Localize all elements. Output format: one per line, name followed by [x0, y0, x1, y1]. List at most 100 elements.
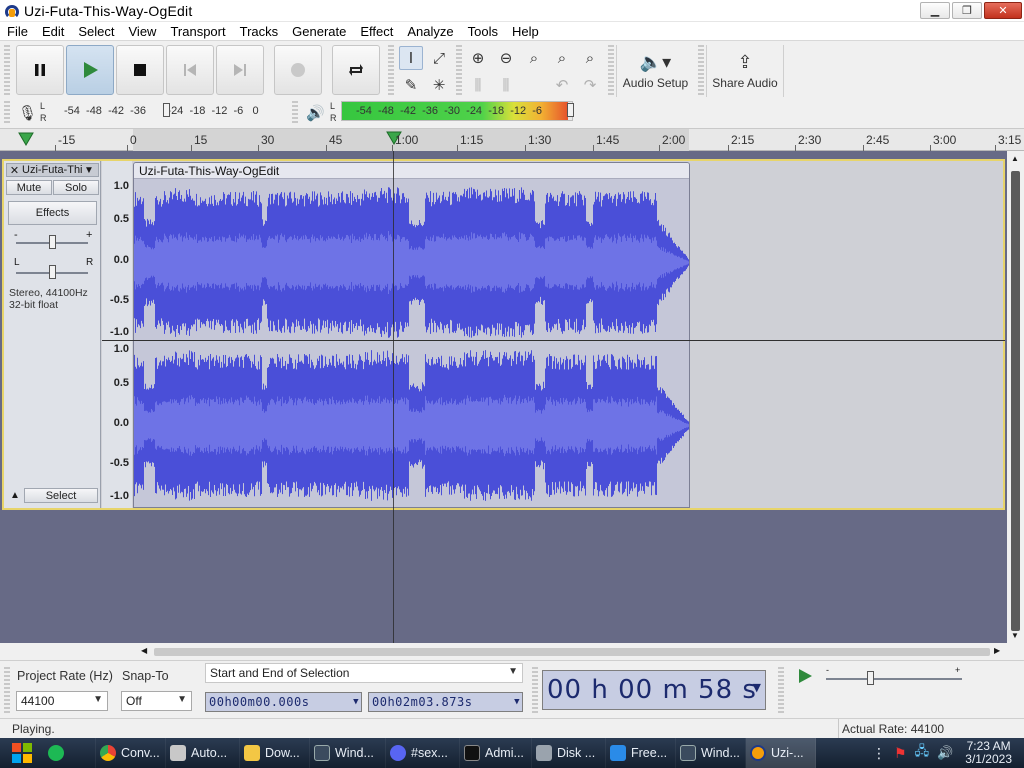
track-name-bar[interactable]: ✕ Uzi-Futa-Thi ▼ [6, 163, 99, 177]
toolbar-grip[interactable] [456, 45, 462, 95]
menu-edit[interactable]: Edit [35, 24, 71, 39]
recording-level-handle[interactable] [163, 103, 170, 117]
selection-mode-select[interactable]: Start and End of Selection ▼ [205, 663, 523, 683]
pin-play-head-icon[interactable] [18, 132, 34, 146]
pan-slider-handle[interactable] [49, 265, 56, 279]
trim-audio-button[interactable]: ⫼ [466, 73, 490, 97]
stop-button[interactable] [116, 45, 164, 95]
taskbar-spotify[interactable] [44, 738, 96, 768]
draw-tool[interactable]: ✎ [399, 73, 423, 97]
microphone-icon[interactable]: 🎙 [18, 104, 37, 122]
vertical-scroll-thumb[interactable] [1011, 171, 1020, 631]
redo-button[interactable]: ↷ [578, 73, 602, 97]
play-button[interactable] [66, 45, 114, 95]
restore-button[interactable]: ❐ [952, 2, 982, 19]
speaker-icon[interactable]: 🔊 [306, 104, 325, 122]
audio-position-display[interactable]: 00 h 00 m 58 s ▼ [542, 670, 766, 710]
menu-tracks[interactable]: Tracks [233, 24, 286, 39]
menu-file[interactable]: File [0, 24, 35, 39]
taskbar-admin-cmd[interactable]: Admi... [460, 738, 532, 768]
multi-tool[interactable]: ✳ [427, 73, 451, 97]
taskbar-chrome[interactable]: Conv... [96, 738, 166, 768]
overflow-menu-icon[interactable]: ⋮ [872, 745, 886, 762]
playback-level-handle[interactable] [567, 103, 574, 117]
toolbar-grip[interactable] [4, 667, 10, 713]
audio-setup-button[interactable]: 🔈▾ Audio Setup [616, 45, 694, 97]
taskbar-window-2[interactable]: Wind... [676, 738, 746, 768]
menu-analyze[interactable]: Analyze [400, 24, 460, 39]
taskbar-window-1[interactable]: Wind... [310, 738, 386, 768]
selection-tool[interactable]: I [399, 46, 423, 70]
fit-project-button[interactable]: ⌕ [550, 46, 574, 70]
scroll-left-icon[interactable]: ◀ [141, 646, 147, 655]
fit-selection-button[interactable]: ⌕ [522, 46, 546, 70]
taskbar-discord[interactable]: #sex... [386, 738, 460, 768]
menu-effect[interactable]: Effect [353, 24, 400, 39]
track-menu-chevron-icon[interactable]: ▼ [84, 165, 98, 176]
toolbar-grip[interactable] [778, 667, 784, 713]
play-speed-slider[interactable] [826, 678, 962, 680]
scroll-down-icon[interactable]: ▼ [1011, 631, 1019, 640]
select-track-button[interactable]: Select [24, 488, 98, 503]
minimize-button[interactable]: ▁ [920, 2, 950, 19]
pause-button[interactable] [16, 45, 64, 95]
volume-icon[interactable]: 🔊 [937, 745, 953, 761]
snap-to-select[interactable]: Off ▼ [121, 691, 192, 711]
toolbar-grip[interactable] [698, 45, 704, 95]
toolbar-grip[interactable] [292, 101, 298, 125]
skip-to-start-button[interactable] [166, 45, 214, 95]
toolbar-grip[interactable] [388, 45, 394, 95]
selection-end-time[interactable]: 00h02m03.873s ▼ [368, 692, 523, 712]
horizontal-scroll-thumb[interactable] [154, 648, 990, 656]
clock[interactable]: 7:23 AM 3/1/2023 [959, 740, 1024, 766]
taskbar-audacity[interactable]: Uzi-... [746, 738, 816, 768]
selection-start-time[interactable]: 00h00m00.000s ▼ [205, 692, 362, 712]
taskbar-auto[interactable]: Auto... [166, 738, 240, 768]
gain-slider-handle[interactable] [49, 235, 56, 249]
taskbar-downloads[interactable]: Dow... [240, 738, 310, 768]
toolbar-grip[interactable] [532, 667, 538, 713]
play-at-speed-icon[interactable] [796, 668, 814, 684]
solo-button[interactable]: Solo [53, 180, 99, 195]
record-button[interactable] [274, 45, 322, 95]
start-button[interactable] [0, 738, 44, 768]
project-rate-select[interactable]: 44100 ▼ [16, 691, 108, 711]
clip-title[interactable]: Uzi-Futa-This-Way-OgEdit [134, 163, 689, 179]
menu-select[interactable]: Select [71, 24, 121, 39]
toolbar-grip[interactable] [4, 45, 10, 95]
menu-tools[interactable]: Tools [461, 24, 505, 39]
menu-transport[interactable]: Transport [163, 24, 232, 39]
menu-help[interactable]: Help [505, 24, 546, 39]
zoom-toggle-button[interactable]: ⌕ [578, 46, 602, 70]
loop-button[interactable] [332, 45, 380, 95]
zoom-in-button[interactable]: ⊕ [466, 46, 490, 70]
collapse-track-icon[interactable]: ▲ [10, 490, 20, 501]
network-icon[interactable]: 🖧 [915, 742, 930, 764]
horizontal-scrollbar[interactable]: ◀ ▶ [0, 643, 1007, 660]
taskbar-free[interactable]: Free... [606, 738, 676, 768]
audio-track[interactable]: ✕ Uzi-Futa-Thi ▼ Mute Solo Effects - + L… [2, 159, 1005, 510]
undo-button[interactable]: ↶ [550, 73, 574, 97]
effects-button[interactable]: Effects [8, 201, 97, 225]
vertical-ruler[interactable]: 1.0 0.5 0.0 -0.5 -1.0 1.0 0.5 0.0 -0.5 -… [102, 161, 132, 508]
taskbar-disk[interactable]: Disk ... [532, 738, 606, 768]
action-center-flag-icon[interactable]: ⚑ [894, 745, 907, 762]
waveform[interactable] [134, 179, 690, 508]
share-audio-button[interactable]: ⇪ Share Audio [706, 45, 784, 97]
play-speed-handle[interactable] [867, 671, 874, 685]
mute-button[interactable]: Mute [6, 180, 52, 195]
toolbar-grip[interactable] [4, 101, 10, 125]
menu-generate[interactable]: Generate [285, 24, 353, 39]
toolbar-grip[interactable] [608, 45, 614, 95]
envelope-tool[interactable]: ⤢ [427, 46, 451, 70]
menu-view[interactable]: View [122, 24, 164, 39]
track-panel[interactable]: ✕ Uzi-Futa-Thi ▼ Mute Solo Effects - + L… [0, 151, 1007, 643]
scroll-right-icon[interactable]: ▶ [994, 646, 1000, 655]
zoom-out-button[interactable]: ⊖ [494, 46, 518, 70]
silence-audio-button[interactable]: ⫼ [494, 73, 518, 97]
close-track-icon[interactable]: ✕ [7, 164, 22, 177]
close-button[interactable]: ✕ [984, 2, 1022, 19]
timeline-ruler[interactable]: -15 0 15 30 45 1:00 1:15 1:30 1:45 2:00 … [0, 129, 1024, 152]
scroll-up-icon[interactable]: ▲ [1011, 154, 1019, 163]
audio-clip[interactable]: Uzi-Futa-This-Way-OgEdit [133, 162, 690, 508]
